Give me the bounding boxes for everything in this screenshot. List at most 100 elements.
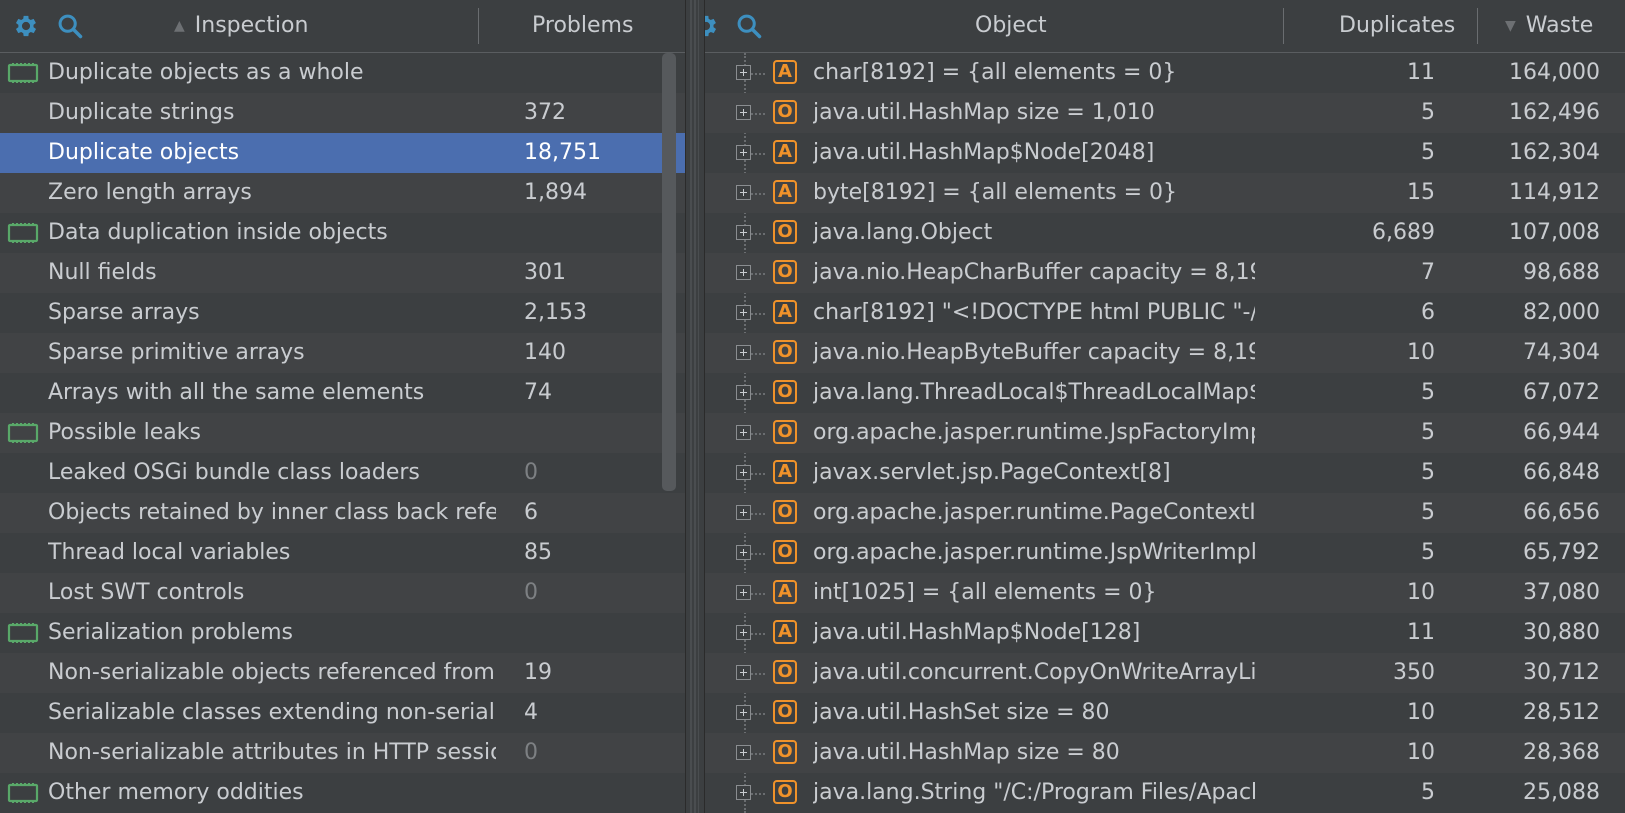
- inspection-row[interactable]: Duplicate objects 18,751: [0, 133, 685, 173]
- problem-count: 0: [524, 460, 538, 485]
- inspection-row[interactable]: Sparse primitive arrays 140: [0, 333, 685, 373]
- category-chip-icon: [7, 423, 39, 443]
- inspections-panel: ▲ Inspection Problems Duplicate objects a…: [0, 0, 686, 813]
- expand-icon[interactable]: [736, 625, 751, 640]
- object-row[interactable]: Abyte[8192] = {all elements = 0} 15 114,91…: [705, 173, 1625, 213]
- expand-icon[interactable]: [736, 585, 751, 600]
- object-row[interactable]: Ajava.util.HashMap$Node[128] 11 30,880: [705, 613, 1625, 653]
- inspection-row[interactable]: Thread local variables 85: [0, 533, 685, 573]
- duplicates-count: 5: [1421, 540, 1435, 565]
- inspection-row[interactable]: Null fields 301: [0, 253, 685, 293]
- waste-value: 162,496: [1509, 100, 1600, 125]
- scrollbar-thumb[interactable]: [662, 53, 676, 491]
- expand-icon[interactable]: [736, 345, 751, 360]
- sort-down-icon: ▼: [1505, 18, 1516, 34]
- expand-icon[interactable]: [736, 465, 751, 480]
- expand-icon[interactable]: [736, 705, 751, 720]
- object-row[interactable]: Achar[8192] "<!DOCTYPE html PUBLIC "-//W…: [705, 293, 1625, 333]
- object-badge-icon: O: [773, 780, 797, 804]
- tree-connector: [751, 353, 765, 355]
- object-row[interactable]: Ojava.nio.HeapByteBuffer capacity = 8,19…: [705, 333, 1625, 373]
- waste-column-header[interactable]: ▼ Waste: [1505, 0, 1593, 52]
- inspection-category-row[interactable]: Possible leaks: [0, 413, 685, 453]
- duplicates-column-header[interactable]: Duplicates: [1339, 0, 1455, 52]
- array-badge-icon: A: [773, 180, 797, 204]
- object-badge-icon: O: [773, 260, 797, 284]
- inspection-row[interactable]: Serializable classes extending non-seria…: [0, 693, 685, 733]
- column-divider[interactable]: [478, 8, 479, 44]
- object-column-header[interactable]: Object: [975, 0, 1047, 52]
- column-divider[interactable]: [1477, 8, 1478, 44]
- problems-column-header[interactable]: Problems: [532, 0, 633, 52]
- inspection-row[interactable]: Non-serializable attributes in HTTP sess…: [0, 733, 685, 773]
- expand-icon[interactable]: [736, 225, 751, 240]
- inspection-row[interactable]: Arrays with all the same elements 74: [0, 373, 685, 413]
- object-row[interactable]: Ajava.util.HashMap$Node[2048] 5 162,304: [705, 133, 1625, 173]
- object-row[interactable]: Ojava.util.HashMap size = 1,010 5 162,496: [705, 93, 1625, 133]
- object-row[interactable]: Ojava.util.HashMap size = 80 10 28,368: [705, 733, 1625, 773]
- object-badge-icon: O: [773, 700, 797, 724]
- inspection-row[interactable]: Sparse arrays 2,153: [0, 293, 685, 333]
- object-row[interactable]: Ojava.lang.String "/C:/Program Files/Apa…: [705, 773, 1625, 813]
- expand-icon[interactable]: [736, 745, 751, 760]
- inspection-row[interactable]: Zero length arrays 1,894: [0, 173, 685, 213]
- expand-icon[interactable]: [736, 265, 751, 280]
- expand-icon[interactable]: [736, 65, 751, 80]
- object-name: java.nio.HeapCharBuffer capacity = 8,192: [813, 260, 1255, 285]
- object-row[interactable]: Ojava.nio.HeapCharBuffer capacity = 8,19…: [705, 253, 1625, 293]
- panel-splitter[interactable]: [686, 0, 703, 813]
- inspection-row[interactable]: Non-serializable objects referenced from…: [0, 653, 685, 693]
- tree-connector: [751, 193, 765, 195]
- inspection-row[interactable]: Lost SWT controls 0: [0, 573, 685, 613]
- object-name: javax.servlet.jsp.PageContext[8]: [813, 460, 1171, 485]
- expand-icon[interactable]: [736, 425, 751, 440]
- object-name: org.apache.jasper.runtime.JspFactoryImpl…: [813, 420, 1255, 445]
- column-divider[interactable]: [1283, 8, 1284, 44]
- search-icon[interactable]: [56, 12, 84, 40]
- duplicates-count: 10: [1407, 340, 1435, 365]
- inspection-category-row[interactable]: Serialization problems: [0, 613, 685, 653]
- expand-icon[interactable]: [736, 545, 751, 560]
- inspection-row[interactable]: Leaked OSGi bundle class loaders 0: [0, 453, 685, 493]
- object-row[interactable]: Oorg.apache.jasper.runtime.JspFactoryImp…: [705, 413, 1625, 453]
- object-name: int[1025] = {all elements = 0}: [813, 580, 1157, 605]
- vertical-scrollbar[interactable]: [660, 53, 678, 813]
- object-row[interactable]: Ojava.lang.ThreadLocal$ThreadLocalMap$En…: [705, 373, 1625, 413]
- object-row[interactable]: Aint[1025] = {all elements = 0} 10 37,080: [705, 573, 1625, 613]
- object-row[interactable]: Achar[8192] = {all elements = 0} 11 164,00…: [705, 53, 1625, 93]
- problem-count: 140: [524, 340, 566, 365]
- expand-icon[interactable]: [736, 385, 751, 400]
- object-row[interactable]: Ojava.util.concurrent.CopyOnWriteArrayLi…: [705, 653, 1625, 693]
- object-badge-icon: O: [773, 540, 797, 564]
- object-row[interactable]: Ojava.util.HashSet size = 80 10 28,512: [705, 693, 1625, 733]
- expand-icon[interactable]: [736, 145, 751, 160]
- search-icon[interactable]: [735, 12, 763, 40]
- inspection-category-row[interactable]: Other memory oddities: [0, 773, 685, 813]
- gear-icon[interactable]: [704, 12, 720, 40]
- duplicates-count: 5: [1421, 100, 1435, 125]
- inspection-column-header[interactable]: ▲ Inspection: [174, 0, 308, 52]
- inspection-row[interactable]: Duplicate strings 372: [0, 93, 685, 133]
- object-badge-icon: O: [773, 100, 797, 124]
- expand-icon[interactable]: [736, 305, 751, 320]
- inspection-label: Arrays with all the same elements: [48, 380, 425, 405]
- duplicates-count: 10: [1407, 580, 1435, 605]
- category-chip-icon: [7, 223, 39, 243]
- expand-icon[interactable]: [736, 185, 751, 200]
- inspection-row[interactable]: Objects retained by inner class back ref…: [0, 493, 685, 533]
- duplicates-count: 5: [1421, 460, 1435, 485]
- expand-icon[interactable]: [736, 785, 751, 800]
- object-row[interactable]: Oorg.apache.jasper.runtime.PageContextIm…: [705, 493, 1625, 533]
- tree-connector: [751, 753, 765, 755]
- expand-icon[interactable]: [736, 665, 751, 680]
- expand-icon[interactable]: [736, 105, 751, 120]
- inspection-category-row[interactable]: Duplicate objects as a whole: [0, 53, 685, 93]
- gear-icon[interactable]: [12, 12, 40, 40]
- waste-value: 164,000: [1509, 60, 1600, 85]
- object-row[interactable]: Ajavax.servlet.jsp.PageContext[8] 5 66,848: [705, 453, 1625, 493]
- object-row[interactable]: Ojava.lang.Object 6,689 107,008: [705, 213, 1625, 253]
- inspection-category-row[interactable]: Data duplication inside objects: [0, 213, 685, 253]
- tree-connector: [751, 273, 765, 275]
- expand-icon[interactable]: [736, 505, 751, 520]
- object-row[interactable]: Oorg.apache.jasper.runtime.JspWriterImpl…: [705, 533, 1625, 573]
